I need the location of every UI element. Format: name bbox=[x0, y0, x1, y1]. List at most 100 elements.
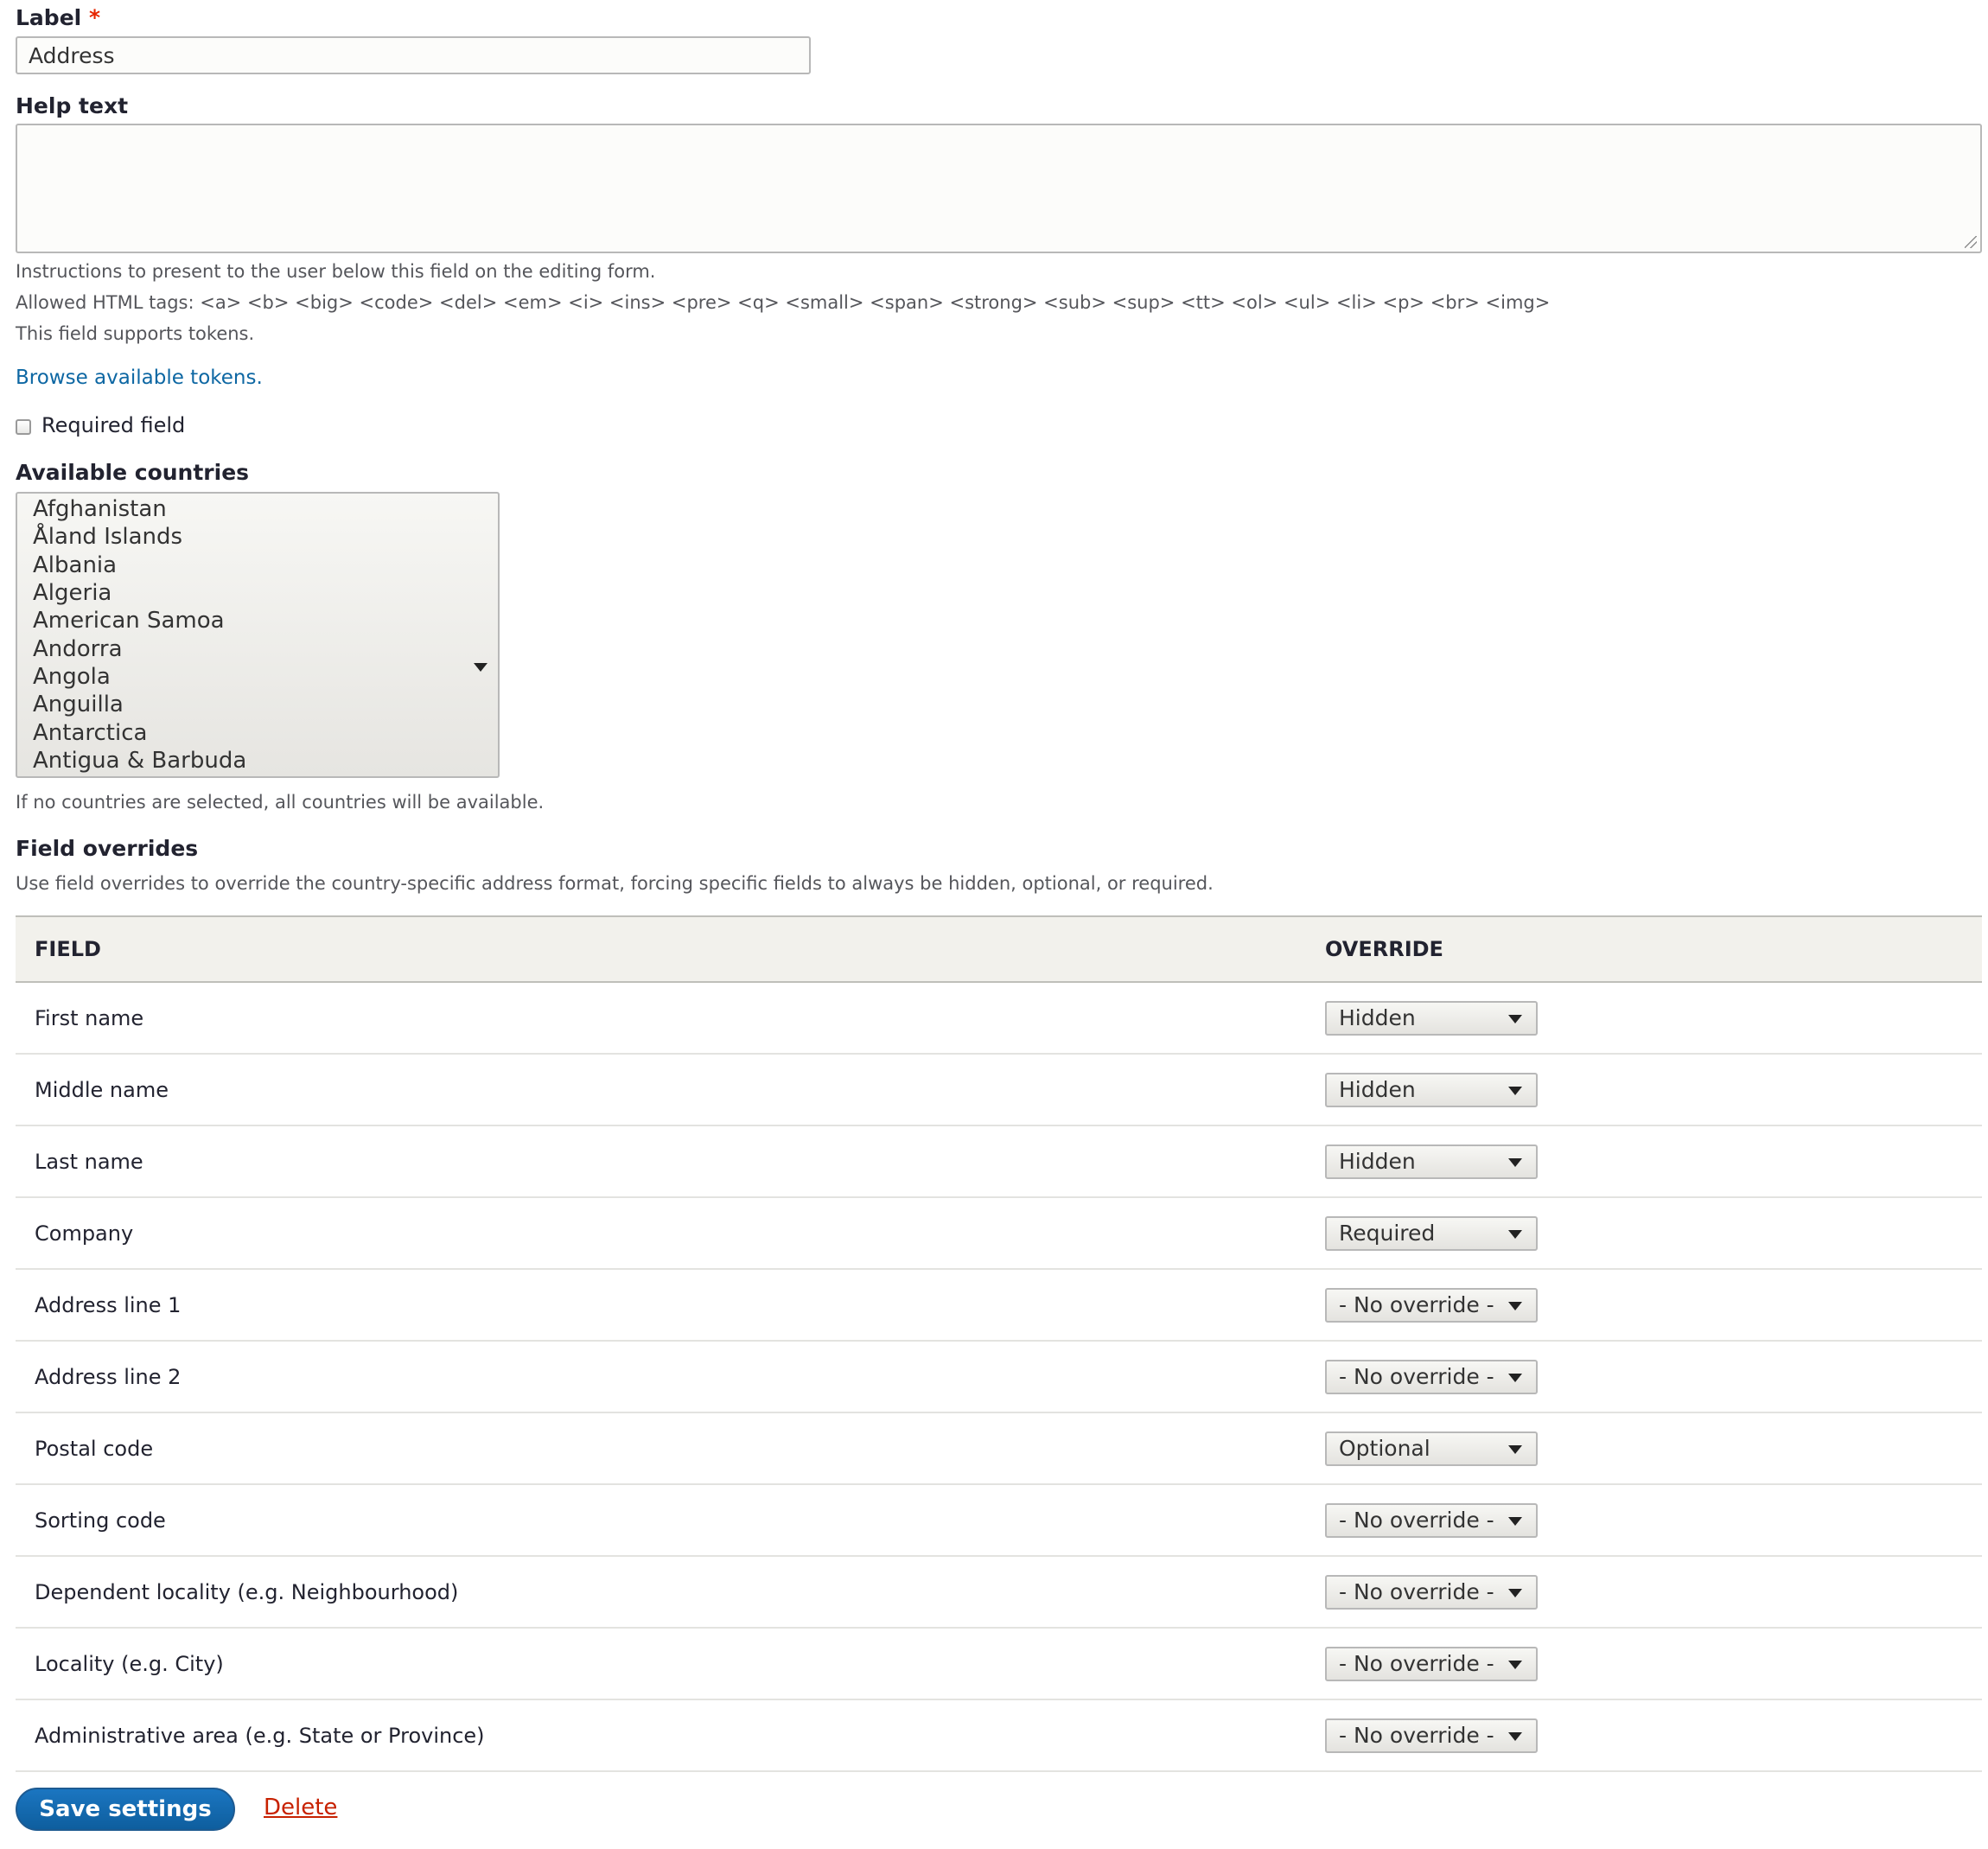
help-text-textarea[interactable] bbox=[16, 124, 1982, 253]
country-option[interactable]: Anguilla bbox=[33, 691, 124, 718]
override-cell: - No override - bbox=[1306, 1341, 1982, 1413]
required-field-checkbox[interactable] bbox=[16, 419, 31, 435]
label-field-label-text: Label bbox=[16, 5, 82, 30]
override-select-value: - No override - bbox=[1339, 1650, 1494, 1676]
table-row: Administrative area (e.g. State or Provi… bbox=[16, 1699, 1982, 1772]
override-select[interactable]: - No override - bbox=[1325, 1359, 1538, 1394]
chevron-down-icon bbox=[1508, 1157, 1522, 1167]
table-row: First name Hidden bbox=[16, 982, 1982, 1055]
table-row: Dependent locality (e.g. Neighbourhood) … bbox=[16, 1556, 1982, 1629]
required-field-label[interactable]: Required field bbox=[41, 413, 185, 437]
field-name-cell: Administrative area (e.g. State or Provi… bbox=[16, 1699, 1306, 1772]
field-name-cell: Middle name bbox=[16, 1054, 1306, 1126]
table-row: Address line 1 - No override - bbox=[16, 1269, 1982, 1342]
field-name-cell: Postal code bbox=[16, 1412, 1306, 1485]
override-cell: Hidden bbox=[1306, 982, 1982, 1055]
column-header-override: OVERRIDE bbox=[1306, 915, 1982, 983]
override-select[interactable]: Hidden bbox=[1325, 1144, 1538, 1179]
field-name-cell: Last name bbox=[16, 1125, 1306, 1198]
country-option[interactable]: Afghanistan bbox=[33, 495, 167, 523]
override-cell: - No override - bbox=[1306, 1699, 1982, 1772]
browse-tokens-link[interactable]: Browse available tokens. bbox=[16, 367, 263, 389]
field-name-cell: First name bbox=[16, 982, 1306, 1055]
chevron-down-icon bbox=[1508, 1014, 1522, 1023]
override-cell: - No override - bbox=[1306, 1628, 1982, 1700]
label-field-label: Label * bbox=[16, 5, 100, 31]
chevron-down-icon bbox=[1508, 1373, 1522, 1382]
override-select[interactable]: Hidden bbox=[1325, 1000, 1538, 1036]
country-option[interactable]: Antarctica bbox=[33, 719, 147, 747]
delete-link[interactable]: Delete bbox=[264, 1795, 337, 1820]
country-option[interactable]: Åland Islands bbox=[33, 523, 182, 551]
column-header-field: FIELD bbox=[16, 915, 1306, 983]
country-option[interactable]: Albania bbox=[33, 552, 117, 579]
override-select[interactable]: Required bbox=[1325, 1215, 1538, 1251]
table-row: Sorting code - No override - bbox=[16, 1484, 1982, 1557]
table-row: Address line 2 - No override - bbox=[16, 1341, 1982, 1413]
override-select[interactable]: - No override - bbox=[1325, 1287, 1538, 1323]
label-input[interactable] bbox=[16, 36, 811, 74]
chevron-down-icon bbox=[1508, 1086, 1522, 1095]
override-select-value: Hidden bbox=[1339, 1148, 1416, 1174]
field-name-cell: Address line 2 bbox=[16, 1341, 1306, 1413]
field-name-cell: Address line 1 bbox=[16, 1269, 1306, 1342]
country-option[interactable]: Angola bbox=[33, 663, 111, 691]
required-marker: * bbox=[88, 5, 101, 30]
override-cell: Hidden bbox=[1306, 1125, 1982, 1198]
override-select-value: Optional bbox=[1339, 1435, 1430, 1461]
override-cell: Optional bbox=[1306, 1412, 1982, 1485]
resize-grip-icon[interactable] bbox=[1965, 236, 1977, 248]
available-countries-label: Available countries bbox=[16, 460, 250, 485]
save-settings-button[interactable]: Save settings bbox=[16, 1788, 235, 1831]
chevron-down-icon bbox=[1508, 1660, 1522, 1669]
chevron-down-icon bbox=[1508, 1301, 1522, 1310]
override-cell: - No override - bbox=[1306, 1269, 1982, 1342]
chevron-down-icon bbox=[1508, 1229, 1522, 1239]
chevron-down-icon bbox=[1508, 1588, 1522, 1597]
field-name-cell: Dependent locality (e.g. Neighbourhood) bbox=[16, 1556, 1306, 1629]
override-select[interactable]: Optional bbox=[1325, 1431, 1538, 1466]
table-header-row: FIELD OVERRIDE bbox=[16, 915, 1982, 983]
table-row: Last name Hidden bbox=[16, 1125, 1982, 1198]
override-select-value: - No override - bbox=[1339, 1722, 1494, 1748]
field-overrides-description: Use field overrides to override the coun… bbox=[16, 873, 1214, 894]
countries-description: If no countries are selected, all countr… bbox=[16, 792, 545, 813]
table-row: Locality (e.g. City) - No override - bbox=[16, 1628, 1982, 1700]
field-name-cell: Locality (e.g. City) bbox=[16, 1628, 1306, 1700]
table-row: Middle name Hidden bbox=[16, 1054, 1982, 1126]
countries-listbox[interactable]: Afghanistan Åland Islands Albania Algeri… bbox=[16, 492, 500, 778]
table-row: Postal code Optional bbox=[16, 1412, 1982, 1485]
table-row: Company Required bbox=[16, 1197, 1982, 1270]
override-select[interactable]: - No override - bbox=[1325, 1574, 1538, 1610]
field-overrides-heading: Field overrides bbox=[16, 836, 199, 861]
field-name-cell: Company bbox=[16, 1197, 1306, 1270]
override-cell: Required bbox=[1306, 1197, 1982, 1270]
field-name-cell: Sorting code bbox=[16, 1484, 1306, 1557]
override-select-value: Required bbox=[1339, 1220, 1436, 1246]
override-select-value: - No override - bbox=[1339, 1507, 1494, 1533]
override-cell: - No override - bbox=[1306, 1484, 1982, 1557]
country-option[interactable]: Andorra bbox=[33, 635, 123, 663]
allowed-html-tags: Allowed HTML tags: <a> <b> <big> <code> … bbox=[16, 292, 1551, 313]
override-select[interactable]: Hidden bbox=[1325, 1072, 1538, 1107]
override-select-value: - No override - bbox=[1339, 1363, 1494, 1389]
override-select-value: - No override - bbox=[1339, 1578, 1494, 1604]
field-overrides-table: FIELD OVERRIDE First name Hidden Middle … bbox=[16, 915, 1982, 1772]
chevron-down-icon bbox=[1508, 1516, 1522, 1526]
chevron-down-icon bbox=[1508, 1444, 1522, 1454]
chevron-down-icon bbox=[474, 663, 487, 672]
country-option[interactable]: American Samoa bbox=[33, 607, 225, 634]
override-select[interactable]: - No override - bbox=[1325, 1502, 1538, 1538]
tokens-support-note: This field supports tokens. bbox=[16, 323, 255, 344]
override-select-value: - No override - bbox=[1339, 1291, 1494, 1317]
override-select[interactable]: - No override - bbox=[1325, 1646, 1538, 1681]
help-text-description: Instructions to present to the user belo… bbox=[16, 261, 656, 282]
country-option[interactable]: Algeria bbox=[33, 579, 112, 607]
override-select-value: Hidden bbox=[1339, 1004, 1416, 1030]
country-option[interactable]: Antigua & Barbuda bbox=[33, 747, 246, 775]
override-cell: Hidden bbox=[1306, 1054, 1982, 1126]
override-cell: - No override - bbox=[1306, 1556, 1982, 1629]
override-select[interactable]: - No override - bbox=[1325, 1718, 1538, 1753]
help-text-label: Help text bbox=[16, 93, 129, 118]
chevron-down-icon bbox=[1508, 1731, 1522, 1741]
